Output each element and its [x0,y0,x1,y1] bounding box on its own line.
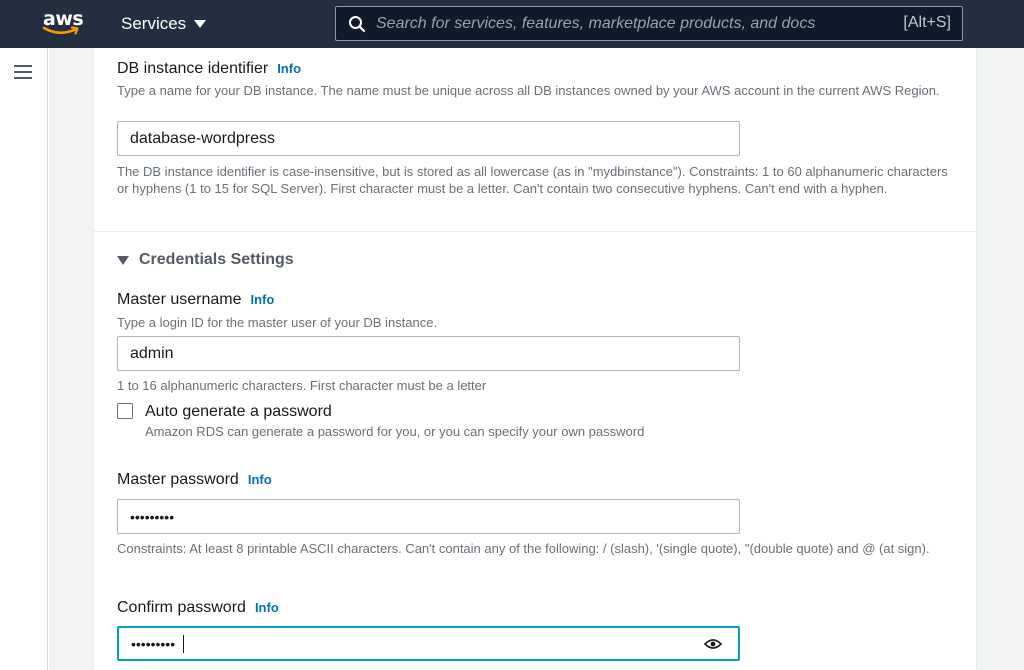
auto-generate-password-label[interactable]: Auto generate a password [145,403,332,421]
credentials-settings-title: Credentials Settings [139,251,294,268]
confirm-password-label-row: Confirm password Info [117,599,279,617]
credentials-settings-toggle[interactable]: Credentials Settings [117,251,294,269]
db-identifier-field[interactable] [117,121,740,156]
search-icon [349,16,366,33]
master-username-label: Master username [117,291,242,308]
master-password-constraints: Constraints: At least 8 printable ASCII … [117,541,930,556]
master-password-field[interactable] [117,499,740,534]
confirm-password-label: Confirm password [117,599,246,616]
db-identifier-description: Type a name for your DB instance. The na… [117,83,940,98]
master-password-info-link[interactable]: Info [248,472,272,487]
db-identifier-info-link[interactable]: Info [277,61,301,76]
master-username-input[interactable] [118,337,739,370]
db-identifier-label: DB instance identifier [117,60,269,77]
top-navigation-bar: aws Services [Alt+S] [0,0,1024,48]
section-divider [94,231,976,232]
aws-logo[interactable]: aws [40,8,84,38]
auto-generate-password-description: Amazon RDS can generate a password for y… [145,424,645,439]
aws-smile-icon [42,26,79,35]
text-cursor [183,635,184,653]
eye-icon[interactable] [704,638,722,650]
triangle-down-icon [117,255,129,265]
confirm-password-input[interactable] [119,628,738,659]
master-password-label-row: Master password Info [117,471,272,489]
db-identifier-input[interactable] [118,122,739,155]
db-identifier-label-row: DB instance identifier Info [117,60,301,78]
confirm-password-field[interactable] [117,626,740,661]
master-username-field[interactable] [117,336,740,371]
search-shortcut-hint: [Alt+S] [903,14,951,31]
master-username-constraints: 1 to 16 alphanumeric characters. First c… [117,378,487,393]
services-menu-button[interactable]: Services [121,13,207,35]
hamburger-menu-icon[interactable] [14,65,32,79]
settings-panel: DB instance identifier Info Type a name f… [93,48,977,670]
master-username-info-link[interactable]: Info [251,292,275,307]
db-identifier-constraints: The DB instance identifier is case-insen… [117,164,948,196]
content-area: DB instance identifier Info Type a name f… [49,48,1024,670]
master-password-input[interactable] [118,500,739,533]
master-username-label-row: Master username Info [117,291,274,309]
master-username-description: Type a login ID for the master user of y… [117,315,438,330]
search-input[interactable] [376,9,876,38]
left-navigation-rail [0,48,48,670]
auto-generate-password-checkbox[interactable] [117,403,133,419]
caret-down-icon [194,20,207,28]
search-bar[interactable]: [Alt+S] [335,6,963,41]
confirm-password-info-link[interactable]: Info [255,600,279,615]
master-password-label: Master password [117,471,239,488]
services-label: Services [121,14,187,33]
